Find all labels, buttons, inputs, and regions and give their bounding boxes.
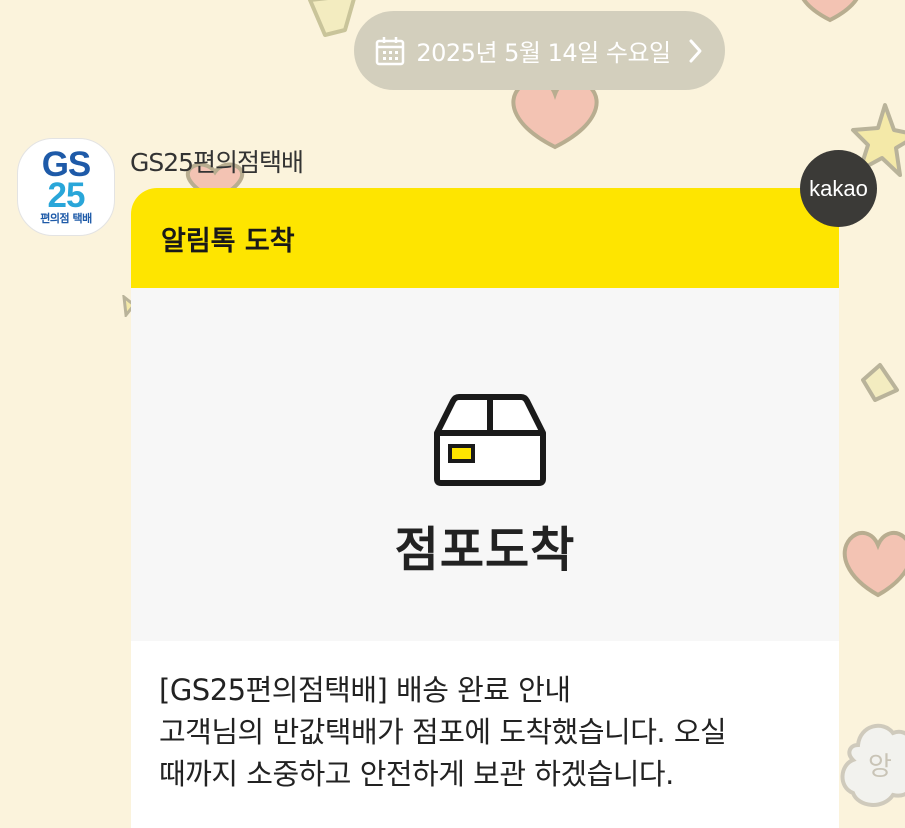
chevron-right-icon: [689, 39, 702, 62]
card-body: [GS25편의점택배] 배송 완료 안내 고객님의 반값택배가 점포에 도착했습…: [131, 641, 839, 795]
avatar-logo-line2: 25: [47, 175, 86, 215]
star-decoration: [861, 363, 899, 402]
avatar-logo-line3: 편의점 택배: [40, 211, 92, 225]
heart-decoration: [801, 0, 859, 23]
card-hero: 점포도착: [131, 288, 839, 641]
calendar-icon: [376, 36, 405, 65]
body-line: [GS25편의점택배] 배송 완료 안내: [159, 673, 571, 707]
date-text: 2025년 5월 14일 수요일: [416, 39, 671, 67]
cloud-decoration: 앙: [840, 723, 905, 807]
body-line: 고객님의 반값택배가 점포에 도착했습니다. 오실: [159, 715, 727, 749]
heart-decoration: [842, 530, 905, 598]
card-header: 알림톡 도착: [131, 188, 839, 288]
sender-avatar[interactable]: GS 25 편의점 택배: [17, 138, 115, 236]
body-line: 때까지 소중하고 안전하게 보관 하겠습니다.: [159, 757, 674, 791]
date-divider[interactable]: 2025년 5월 14일 수요일: [354, 11, 725, 90]
svg-text:앙: 앙: [868, 752, 892, 782]
sender-name: GS25편의점택배: [130, 148, 304, 177]
hero-title: 점포도착: [394, 522, 576, 578]
kakao-badge[interactable]: kakao: [800, 150, 877, 227]
alimtalk-message-card[interactable]: 알림톡 도착 점포도착 [GS25편의점택배] 배송 완료 안내 고객님의 반값…: [131, 188, 839, 828]
box-icon: [434, 394, 546, 486]
